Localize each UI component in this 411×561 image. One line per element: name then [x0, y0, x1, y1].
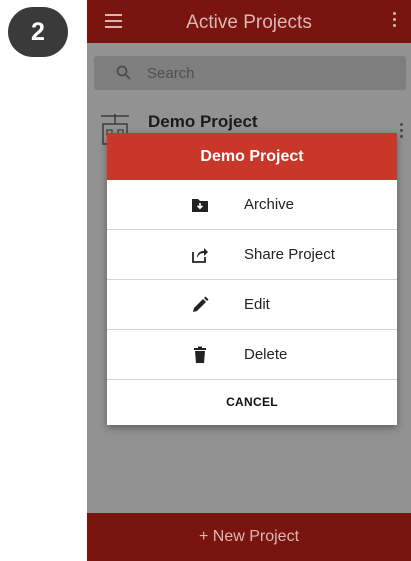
search-placeholder: Search — [147, 65, 195, 82]
new-project-button[interactable]: + New Project — [87, 513, 411, 561]
search-input[interactable]: Search — [94, 56, 406, 90]
share-icon — [192, 248, 208, 263]
archive-option[interactable]: Archive — [107, 180, 397, 230]
archive-icon — [192, 199, 208, 212]
edit-option[interactable]: Edit — [107, 280, 397, 330]
project-options-dialog: Demo Project Archive Share Project Edit … — [107, 133, 397, 425]
cancel-button[interactable]: CANCEL — [107, 380, 397, 424]
search-icon — [116, 65, 131, 80]
more-vertical-icon[interactable] — [393, 12, 397, 30]
row-more-icon[interactable] — [400, 123, 403, 141]
step-number-badge: 2 — [8, 7, 68, 57]
edit-pencil-icon — [193, 296, 209, 312]
delete-option[interactable]: Delete — [107, 330, 397, 380]
edit-label: Edit — [244, 296, 270, 313]
dialog-title: Demo Project — [107, 133, 397, 180]
share-project-option[interactable]: Share Project — [107, 230, 397, 280]
app-bar-title: Active Projects — [186, 12, 312, 33]
project-name: Demo Project — [148, 112, 258, 131]
delete-label: Delete — [244, 346, 288, 363]
archive-label: Archive — [244, 196, 295, 213]
delete-trash-icon — [194, 346, 206, 363]
app-bar: Active Projects — [87, 0, 411, 43]
share-project-label: Share Project — [244, 246, 335, 263]
